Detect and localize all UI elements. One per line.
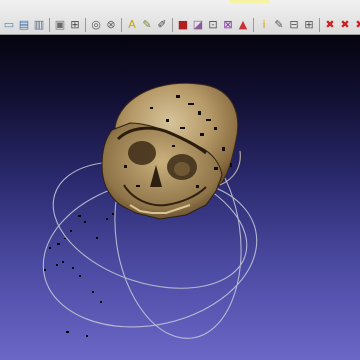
save-icon[interactable]: ▥ bbox=[32, 18, 46, 32]
toolbar-separator bbox=[319, 18, 320, 32]
paint-icon-glyph: ▲ bbox=[238, 18, 248, 31]
annotation-icon[interactable]: A bbox=[125, 18, 139, 32]
color-render-icon[interactable]: ■ bbox=[176, 18, 190, 32]
wireframe-render-icon[interactable]: ⊗ bbox=[104, 18, 118, 32]
skull-mesh[interactable] bbox=[101, 82, 241, 220]
import-mesh-icon[interactable]: ▤ bbox=[17, 18, 31, 32]
scene-canvas[interactable] bbox=[0, 35, 360, 360]
3d-viewport[interactable] bbox=[0, 35, 360, 360]
align-icon[interactable]: ✎ bbox=[272, 18, 286, 32]
color-render-icon-glyph: ■ bbox=[177, 18, 189, 31]
measure-icon-glyph: ✐ bbox=[157, 18, 167, 31]
paint-icon[interactable]: ▲ bbox=[236, 18, 250, 32]
toolbar-separator bbox=[49, 18, 50, 32]
select-vertices-icon[interactable]: ⊠ bbox=[221, 18, 235, 32]
snapshot-icon-glyph: ▣ bbox=[54, 18, 66, 31]
open-project-icon[interactable]: ▭ bbox=[2, 18, 16, 32]
delete-faces-icon[interactable]: ✖ bbox=[323, 18, 337, 32]
info-icon[interactable]: i bbox=[257, 18, 271, 32]
pick-points-icon-glyph: ⊟ bbox=[289, 18, 299, 31]
delete-vertices-icon[interactable]: ✖ bbox=[338, 18, 352, 32]
delete-faces-icon-glyph: ✖ bbox=[325, 18, 335, 31]
main-toolbar: ▭▤▥ ▣ ⊞ ◎ ⊗ A ✎ ✐ ■◪ ⊡ ⊠ ▲ i ✎ ⊟ ⊞ ✖ ✖ ✖ bbox=[0, 0, 360, 35]
toolbar-separator bbox=[253, 18, 254, 32]
measure-icon[interactable]: ✐ bbox=[155, 18, 169, 32]
toolbar-highlight bbox=[230, 0, 270, 3]
align-icon-glyph: ✎ bbox=[274, 18, 284, 31]
pick-points-icon[interactable]: ⊟ bbox=[287, 18, 301, 32]
light-icon-glyph: ✎ bbox=[142, 18, 152, 31]
points-render-icon[interactable]: ◎ bbox=[89, 18, 103, 32]
annotation-icon-glyph: A bbox=[128, 18, 136, 31]
info-icon-glyph: i bbox=[262, 18, 266, 31]
open-project-icon-glyph: ▭ bbox=[3, 18, 15, 31]
toolbar-separator bbox=[172, 18, 173, 32]
select-faces-icon[interactable]: ⊡ bbox=[206, 18, 220, 32]
toolbar-row: ▭▤▥ ▣ ⊞ ◎ ⊗ A ✎ ✐ ■◪ ⊡ ⊠ ▲ i ✎ ⊟ ⊞ ✖ ✖ ✖ bbox=[2, 16, 360, 34]
layer-dialog-icon-glyph: ⊞ bbox=[70, 18, 80, 31]
texture-render-icon[interactable]: ◪ bbox=[191, 18, 205, 32]
layer-dialog-icon[interactable]: ⊞ bbox=[68, 18, 82, 32]
select-faces-icon-glyph: ⊡ bbox=[208, 18, 218, 31]
delete-all-icon-glyph: ✖ bbox=[355, 18, 360, 32]
wireframe-render-icon-glyph: ⊗ bbox=[106, 18, 116, 31]
select-vertices-icon-glyph: ⊠ bbox=[223, 18, 233, 31]
snapshot-icon[interactable]: ▣ bbox=[53, 18, 67, 32]
delete-vertices-icon-glyph: ✖ bbox=[340, 18, 350, 31]
rasterize-icon[interactable]: ⊞ bbox=[302, 18, 316, 32]
texture-render-icon-glyph: ◪ bbox=[192, 18, 204, 31]
toolbar-separator bbox=[85, 18, 86, 32]
points-render-icon-glyph: ◎ bbox=[91, 18, 101, 31]
import-mesh-icon-glyph: ▤ bbox=[18, 18, 30, 31]
toolbar-separator bbox=[121, 18, 122, 32]
save-icon-glyph: ▥ bbox=[33, 18, 45, 31]
app-window: ▭▤▥ ▣ ⊞ ◎ ⊗ A ✎ ✐ ■◪ ⊡ ⊠ ▲ i ✎ ⊟ ⊞ ✖ ✖ ✖ bbox=[0, 0, 360, 360]
delete-all-icon[interactable]: ✖ bbox=[353, 18, 360, 32]
light-icon[interactable]: ✎ bbox=[140, 18, 154, 32]
rasterize-icon-glyph: ⊞ bbox=[304, 18, 314, 31]
